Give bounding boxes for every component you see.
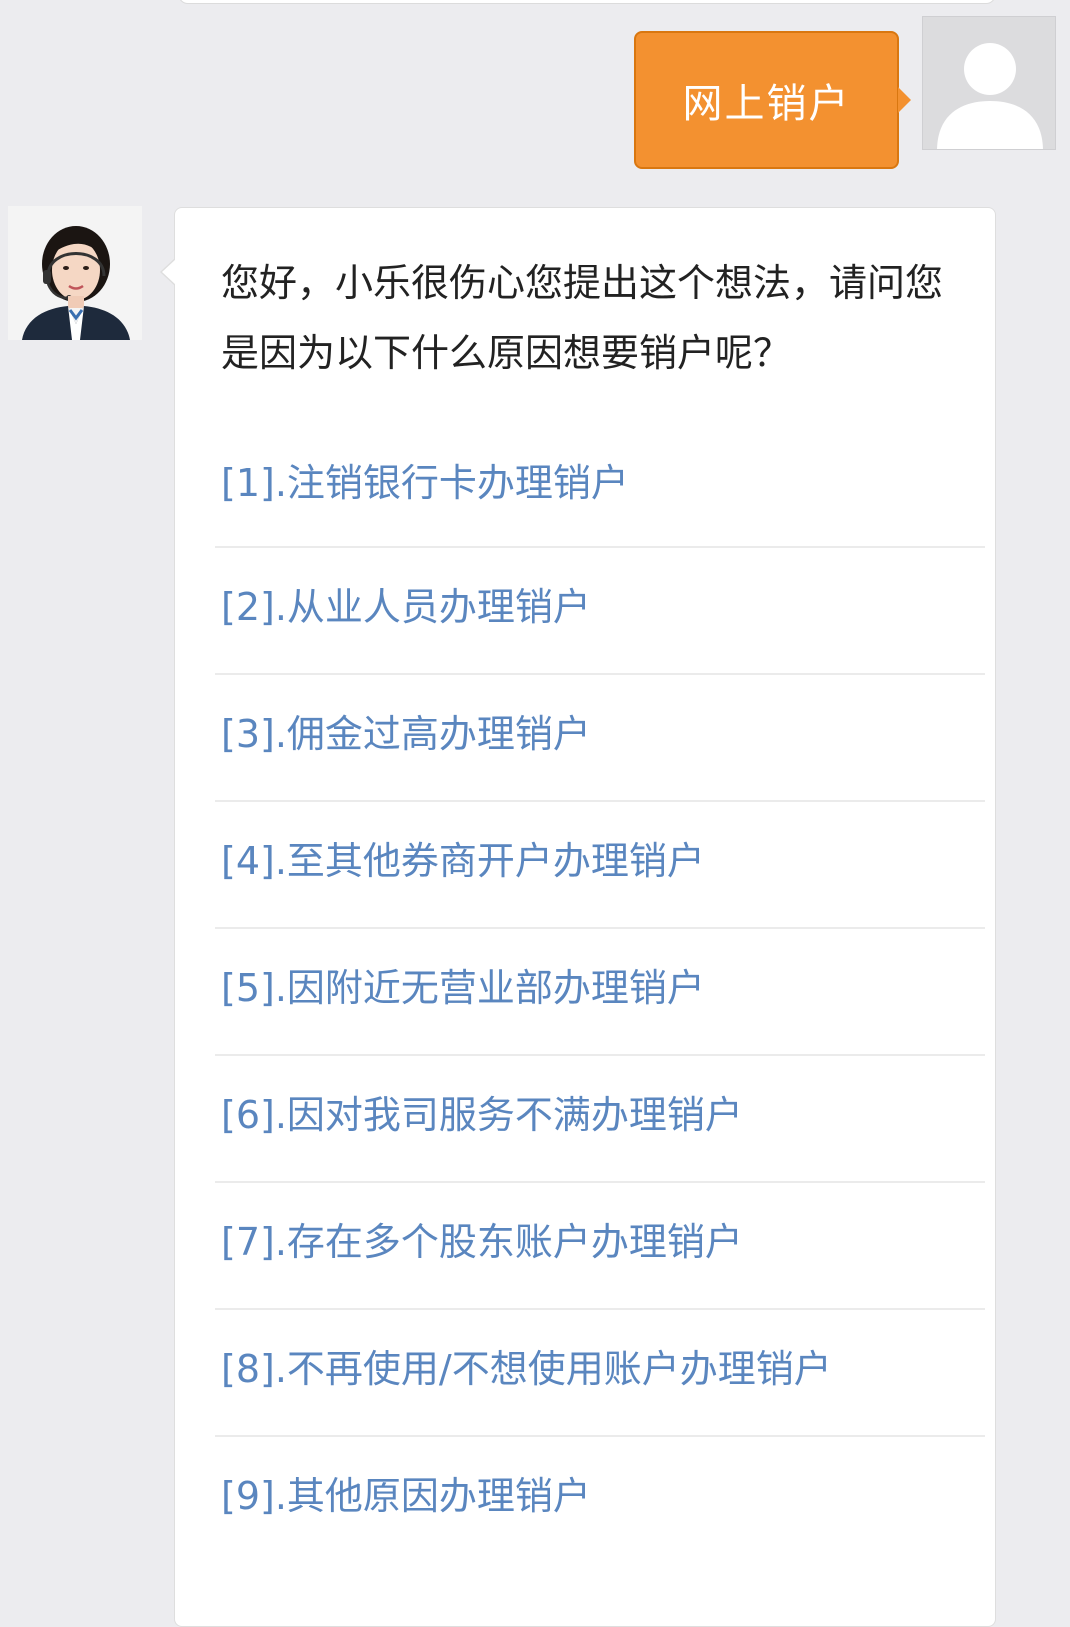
user-avatar-icon[interactable] xyxy=(922,16,1056,150)
reason-option-link[interactable]: [9].其他原因办理销户 xyxy=(221,1461,591,1531)
reason-option-link[interactable]: [6].因对我司服务不满办理销户 xyxy=(221,1080,743,1150)
previous-message-bubble xyxy=(178,0,996,4)
reason-option-link[interactable]: [1].注销银行卡办理销户 xyxy=(221,448,629,518)
list-item[interactable]: [7].存在多个股东账户办理销户 xyxy=(215,1183,985,1310)
list-item[interactable]: [2].从业人员办理销户 xyxy=(215,548,985,675)
reason-option-link[interactable]: [7].存在多个股东账户办理销户 xyxy=(221,1207,743,1277)
user-message-bubble: 网上销户 xyxy=(634,31,911,169)
list-item[interactable]: [5].因附近无营业部办理销户 xyxy=(215,929,985,1056)
reason-option-link[interactable]: [3].佣金过高办理销户 xyxy=(221,699,591,769)
reason-option-link[interactable]: [4].至其他券商开户办理销户 xyxy=(221,826,705,896)
agent-message-bubble: 您好，小乐很伤心您提出这个想法，请问您是因为以下什么原因想要销户呢？ [1].注… xyxy=(160,207,996,1627)
reason-option-link[interactable]: [5].因附近无营业部办理销户 xyxy=(221,953,705,1023)
list-item[interactable]: [3].佣金过高办理销户 xyxy=(215,675,985,802)
list-item[interactable]: [9].其他原因办理销户 xyxy=(215,1437,985,1564)
list-item[interactable]: [8].不再使用/不想使用账户办理销户 xyxy=(215,1310,985,1437)
reason-option-link[interactable]: [2].从业人员办理销户 xyxy=(221,572,591,642)
agent-avatar-icon[interactable] xyxy=(8,206,142,340)
list-item[interactable]: [1].注销银行卡办理销户 xyxy=(215,448,985,548)
user-message-text: 网上销户 xyxy=(682,81,851,127)
agent-greeting-text: 您好，小乐很伤心您提出这个想法，请问您是因为以下什么原因想要销户呢？ xyxy=(221,261,944,375)
reason-option-link[interactable]: [8].不再使用/不想使用账户办理销户 xyxy=(221,1334,832,1404)
list-item[interactable]: [4].至其他券商开户办理销户 xyxy=(215,802,985,929)
list-item[interactable]: [6].因对我司服务不满办理销户 xyxy=(215,1056,985,1183)
reason-option-list: [1].注销银行卡办理销户 [2].从业人员办理销户 [3].佣金过高办理销户 … xyxy=(215,448,985,1564)
